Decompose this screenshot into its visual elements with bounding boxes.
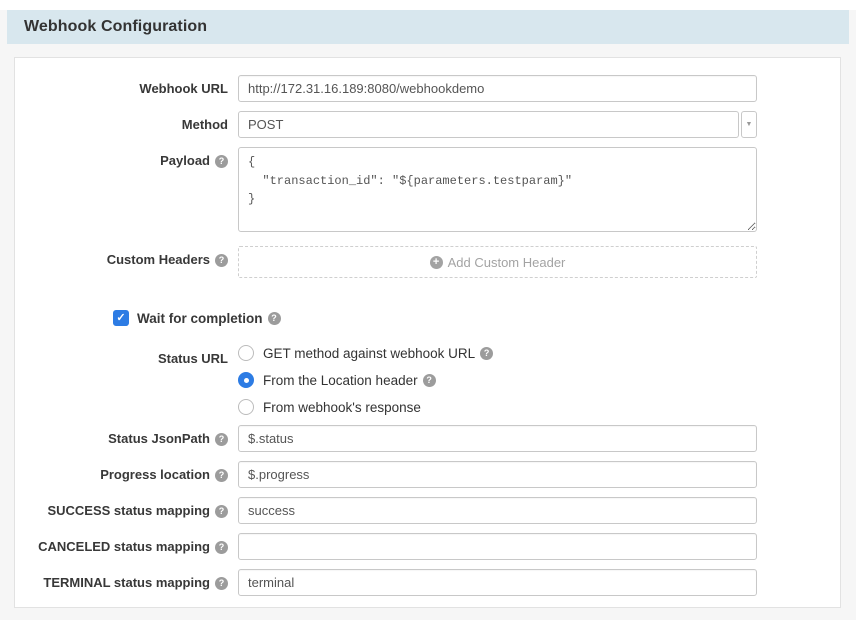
help-icon[interactable]: ? <box>215 254 228 267</box>
progress-location-input[interactable] <box>238 461 757 488</box>
payload-row: Payload? { "transaction_id": "${paramete… <box>15 147 840 237</box>
panel-header: Webhook Configuration <box>7 10 849 44</box>
canceled-mapping-row: CANCELED status mapping? <box>15 533 840 560</box>
status-jsonpath-input[interactable] <box>238 425 757 452</box>
status-url-row: Status URL GET method against webhook UR… <box>15 345 840 415</box>
help-icon[interactable]: ? <box>215 505 228 518</box>
success-mapping-row: SUCCESS status mapping? <box>15 497 840 524</box>
add-custom-header-button[interactable]: + Add Custom Header <box>430 255 566 270</box>
radio-option-label: From the Location header <box>263 373 418 388</box>
custom-headers-row: Custom Headers? + Add Custom Header <box>15 246 840 278</box>
custom-headers-dropzone: + Add Custom Header <box>238 246 757 278</box>
radio-option-webhook-response[interactable]: From webhook's response <box>238 399 493 415</box>
help-icon[interactable]: ? <box>215 541 228 554</box>
status-url-options: GET method against webhook URL? From the… <box>238 345 493 415</box>
help-icon[interactable]: ? <box>423 374 436 387</box>
terminal-mapping-row: TERMINAL status mapping? <box>15 569 840 596</box>
radio-option-label: GET method against webhook URL <box>263 346 475 361</box>
payload-label: Payload <box>160 153 210 168</box>
add-custom-header-label: Add Custom Header <box>448 255 566 270</box>
progress-location-label: Progress location <box>100 467 210 482</box>
help-icon[interactable]: ? <box>215 577 228 590</box>
radio-option-label: From webhook's response <box>263 400 421 415</box>
radio-option-location-header[interactable]: From the Location header? <box>238 372 493 388</box>
radio-button[interactable] <box>238 399 254 415</box>
method-row: Method POST ▼ <box>15 111 840 138</box>
webhook-url-input[interactable] <box>238 75 757 102</box>
help-icon[interactable]: ? <box>215 469 228 482</box>
radio-button[interactable] <box>238 345 254 361</box>
radio-option-get-method[interactable]: GET method against webhook URL? <box>238 345 493 361</box>
status-jsonpath-row: Status JsonPath? <box>15 425 840 452</box>
webhook-url-row: Webhook URL <box>15 75 840 102</box>
canceled-mapping-label: CANCELED status mapping <box>38 539 210 554</box>
progress-location-row: Progress location? <box>15 461 840 488</box>
page-title: Webhook Configuration <box>24 18 207 36</box>
top-strip <box>0 0 856 10</box>
webhook-config-panel: Webhook URL Method POST ▼ Payload? { "tr… <box>14 57 841 608</box>
help-icon[interactable]: ? <box>268 312 281 325</box>
help-icon[interactable]: ? <box>215 433 228 446</box>
radio-button-selected[interactable] <box>238 372 254 388</box>
status-jsonpath-label: Status JsonPath <box>108 431 210 446</box>
help-icon[interactable]: ? <box>215 155 228 168</box>
chevron-down-icon[interactable]: ▼ <box>741 111 757 138</box>
terminal-mapping-label: TERMINAL status mapping <box>43 575 210 590</box>
method-selected-value[interactable]: POST <box>238 111 739 138</box>
wait-for-completion-label: Wait for completion <box>137 311 263 326</box>
terminal-mapping-input[interactable] <box>238 569 757 596</box>
method-select[interactable]: POST ▼ <box>238 111 757 138</box>
payload-textarea[interactable]: { "transaction_id": "${parameters.testpa… <box>238 147 757 232</box>
success-mapping-label: SUCCESS status mapping <box>47 503 210 518</box>
wait-for-completion-checkbox[interactable]: ✓ <box>113 310 129 326</box>
canceled-mapping-input[interactable] <box>238 533 757 560</box>
success-mapping-input[interactable] <box>238 497 757 524</box>
wait-for-completion-row: ✓ Wait for completion? <box>113 310 840 326</box>
method-label: Method <box>15 111 228 132</box>
custom-headers-label: Custom Headers <box>107 252 210 267</box>
status-url-label: Status URL <box>15 345 228 366</box>
plus-circle-icon: + <box>430 256 443 269</box>
help-icon[interactable]: ? <box>480 347 493 360</box>
webhook-url-label: Webhook URL <box>15 75 228 96</box>
